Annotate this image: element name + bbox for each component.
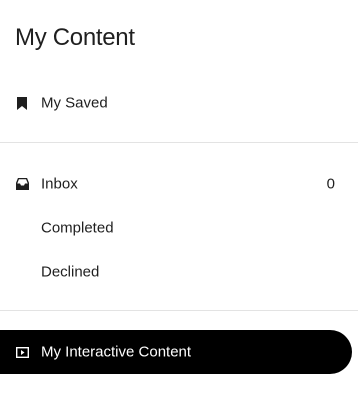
inbox-count-badge: 0 — [326, 175, 335, 193]
nav-item-declined[interactable]: Declined — [0, 252, 352, 292]
nav-item-label: Declined — [41, 263, 100, 281]
nav-item-inbox[interactable]: Inbox 0 — [0, 164, 352, 204]
divider — [0, 142, 358, 143]
divider — [0, 310, 358, 311]
page-title: My Content — [15, 24, 135, 51]
nav-item-label: My Saved — [41, 94, 108, 112]
nav-item-my-saved[interactable]: My Saved — [0, 83, 352, 123]
nav-item-label: My Interactive Content — [41, 343, 192, 361]
inbox-icon — [15, 177, 29, 191]
play-box-icon — [15, 345, 29, 359]
nav-item-my-interactive-content[interactable]: My Interactive Content — [0, 330, 352, 374]
my-content-panel: My Content My Saved Inbox 0 Completed De… — [0, 0, 358, 400]
nav-item-label: Inbox — [41, 175, 78, 193]
bookmark-icon — [15, 96, 29, 110]
nav-item-label: Completed — [41, 219, 114, 237]
nav-item-completed[interactable]: Completed — [0, 208, 352, 248]
